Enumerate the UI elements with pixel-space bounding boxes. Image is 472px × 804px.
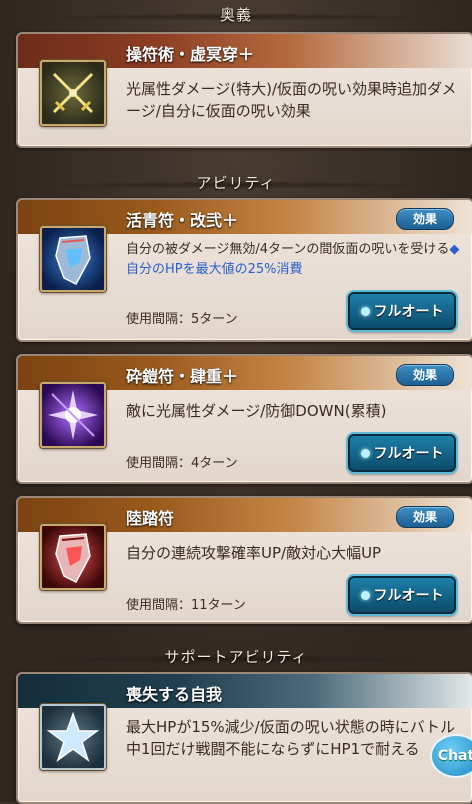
ability-1-fullauto-button[interactable]: フルオート [348,292,456,330]
ability-2-name: 砕鎧符・肆重＋ [126,367,239,386]
ability-1-name: 活青符・改弐＋ [126,211,239,230]
ougi-name: 操符術・虚冥穿＋ [126,45,255,64]
purple-burst-icon [40,382,106,448]
ougi-section-header: 奥義 [0,4,472,25]
fullauto-dot-icon [360,590,370,600]
red-mask-icon [40,524,106,590]
ability-1-interval: 使用間隔：5ターン [126,312,238,327]
ability-1-fullauto-label: フルオート [373,304,444,320]
ability-3-fullauto-label: フルオート [373,588,444,604]
abilities-section-header: アビリティ [0,172,472,193]
ougi-description: 光属性ダメージ(特大)/仮面の呪い効果時追加ダメージ/自分に仮面の呪い効果 [126,80,457,120]
crossed-swords-icon [40,60,106,126]
ability-2-interval: 使用間隔：4ターン [126,456,238,471]
ability-2-fullauto-button[interactable]: フルオート [348,434,456,472]
ability-2-description: 敵に光属性ダメージ/防御DOWN(累積) [126,402,387,420]
support-title-bar [18,674,472,708]
ougi-panel[interactable]: 操符術・虚冥穿＋ 光属性ダメージ(特大)/仮面の呪い効果時追加ダメージ/自分に仮… [16,32,472,148]
ability-panel-3[interactable]: 陸踏符 効果 自分の連続攻撃確率UP/敵対心大幅UP 使用間隔：11ターン フル… [16,496,472,624]
ability-3-interval: 使用間隔：11ターン [126,598,246,613]
ability-1-description-text: 自分の被ダメージ無効/4ターンの間仮面の呪いを受ける [126,242,450,257]
fullauto-dot-icon [360,448,370,458]
ability-1-effect-button[interactable]: 効果 [396,208,454,230]
support-section-header: サポートアビリティ [0,646,472,667]
ability-3-effect-button[interactable]: 効果 [396,506,454,528]
ability-3-fullauto-button[interactable]: フルオート [348,576,456,614]
blue-mask-icon [40,226,106,292]
star-icon [40,704,106,770]
support-description: 最大HPが15%減少/仮面の呪い状態の時にバトル中1回だけ戦闘不能にならずにHP… [126,718,456,758]
ability-3-description: 自分の連続攻撃確率UP/敵対心大幅UP [126,544,382,562]
ability-panel-2[interactable]: 砕鎧符・肆重＋ 効果 敵に光属性ダメージ/防御DOWN(累積) 使用間隔：4ター… [16,354,472,484]
ability-panel-1[interactable]: 活青符・改弐＋ 効果 自分の被ダメージ無効/4ターンの間仮面の呪いを受ける◆自分… [16,198,472,342]
fullauto-dot-icon [360,306,370,316]
support-name: 喪失する自我 [126,685,223,704]
support-panel[interactable]: 喪失する自我 最大HPが15%減少/仮面の呪い状態の時にバトル中1回だけ戦闘不能… [16,672,472,804]
ability-2-effect-button[interactable]: 効果 [396,364,454,386]
ability-3-name: 陸踏符 [126,509,175,528]
ability-2-fullauto-label: フルオート [373,446,444,462]
ability-1-description: 自分の被ダメージ無効/4ターンの間仮面の呪いを受ける◆自分のHPを最大値の25%… [126,240,460,280]
